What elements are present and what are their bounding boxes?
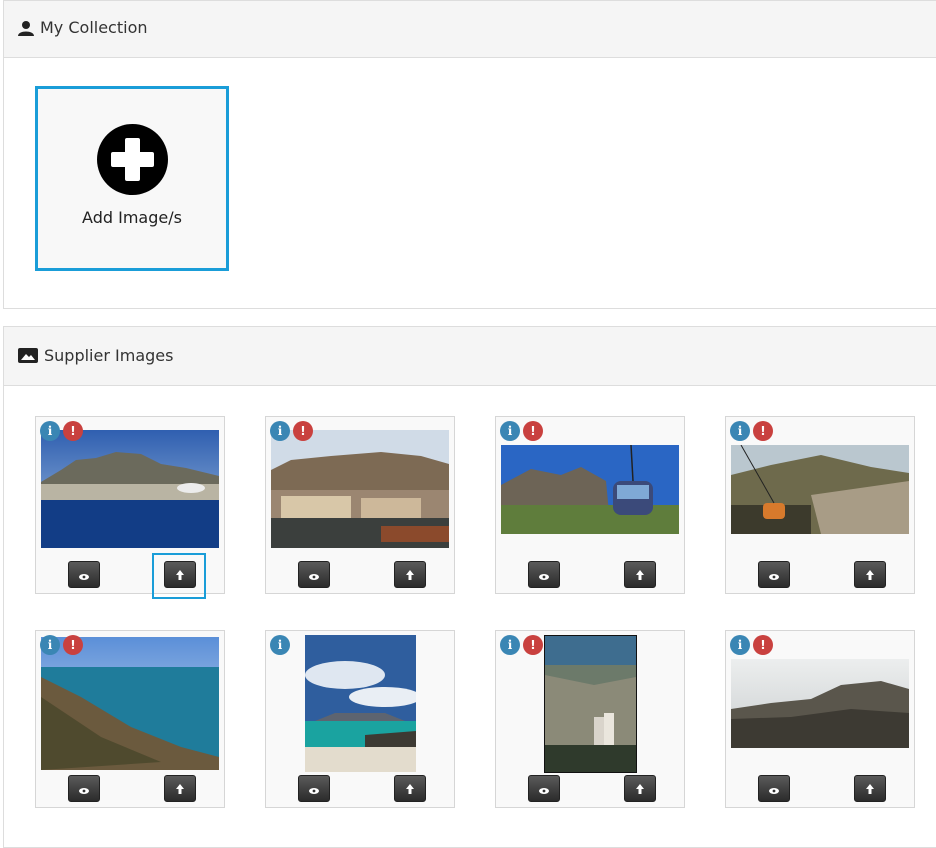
info-icon[interactable]: i [730, 421, 750, 441]
upload-button[interactable] [164, 775, 196, 802]
info-icon[interactable]: i [40, 421, 60, 441]
focus-highlight [152, 553, 206, 599]
image-thumbnail[interactable] [271, 430, 449, 548]
upload-button[interactable] [854, 561, 886, 588]
arrow-up-icon [636, 565, 644, 584]
arrow-up-icon [636, 779, 644, 798]
eye-icon [79, 779, 89, 798]
upload-button[interactable] [624, 775, 656, 802]
image-thumbnail[interactable] [731, 445, 909, 534]
image-card: i ! [265, 416, 455, 594]
my-collection-panel: My Collection Add Image/s [3, 0, 936, 309]
view-button[interactable] [528, 775, 560, 802]
image-card: i ! [725, 630, 915, 808]
info-icon[interactable]: i [270, 421, 290, 441]
image-thumbnail[interactable] [305, 635, 416, 772]
view-button[interactable] [758, 775, 790, 802]
arrow-up-icon [866, 565, 874, 584]
eye-icon [309, 565, 319, 584]
image-card: i ! [725, 416, 915, 594]
info-icon[interactable]: i [270, 635, 290, 655]
arrow-up-icon [406, 565, 414, 584]
warning-icon[interactable]: ! [523, 635, 543, 655]
warning-icon[interactable]: ! [753, 635, 773, 655]
eye-icon [539, 779, 549, 798]
eye-icon [309, 779, 319, 798]
image-thumbnail[interactable] [41, 637, 219, 770]
warning-icon[interactable]: ! [63, 421, 83, 441]
warning-icon[interactable]: ! [753, 421, 773, 441]
info-icon[interactable]: i [40, 635, 60, 655]
warning-icon[interactable]: ! [63, 635, 83, 655]
warning-icon[interactable]: ! [523, 421, 543, 441]
plus-circle-icon [97, 124, 168, 195]
image-thumbnail[interactable] [501, 445, 679, 534]
eye-icon [769, 779, 779, 798]
info-icon[interactable]: i [730, 635, 750, 655]
upload-button[interactable] [624, 561, 656, 588]
image-thumbnail[interactable] [731, 659, 909, 748]
eye-icon [539, 565, 549, 584]
image-card: i ! [35, 630, 225, 808]
eye-icon [769, 565, 779, 584]
eye-icon [79, 565, 89, 584]
view-button[interactable] [758, 561, 790, 588]
view-button[interactable] [528, 561, 560, 588]
info-icon[interactable]: i [500, 635, 520, 655]
upload-button[interactable] [394, 561, 426, 588]
view-button[interactable] [298, 775, 330, 802]
upload-button[interactable] [854, 775, 886, 802]
info-icon[interactable]: i [500, 421, 520, 441]
image-icon [18, 348, 38, 363]
arrow-up-icon [176, 779, 184, 798]
supplier-images-title-text: Supplier Images [44, 346, 174, 365]
my-collection-title: My Collection [18, 18, 148, 37]
warning-icon[interactable]: ! [293, 421, 313, 441]
supplier-images-title: Supplier Images [18, 346, 173, 365]
add-images-label: Add Image/s [82, 208, 182, 227]
image-card: i [265, 630, 455, 808]
image-card: i ! [495, 416, 685, 594]
my-collection-header: My Collection [4, 1, 936, 58]
add-images-button[interactable]: Add Image/s [35, 86, 229, 271]
image-card: i ! [495, 630, 685, 808]
arrow-up-icon [866, 779, 874, 798]
view-button[interactable] [298, 561, 330, 588]
view-button[interactable] [68, 775, 100, 802]
arrow-up-icon [406, 779, 414, 798]
user-icon [18, 20, 34, 36]
image-thumbnail[interactable] [544, 635, 637, 773]
supplier-images-header: Supplier Images [4, 327, 936, 386]
image-thumbnail[interactable] [41, 430, 219, 548]
my-collection-title-text: My Collection [40, 18, 148, 37]
upload-button[interactable] [394, 775, 426, 802]
view-button[interactable] [68, 561, 100, 588]
